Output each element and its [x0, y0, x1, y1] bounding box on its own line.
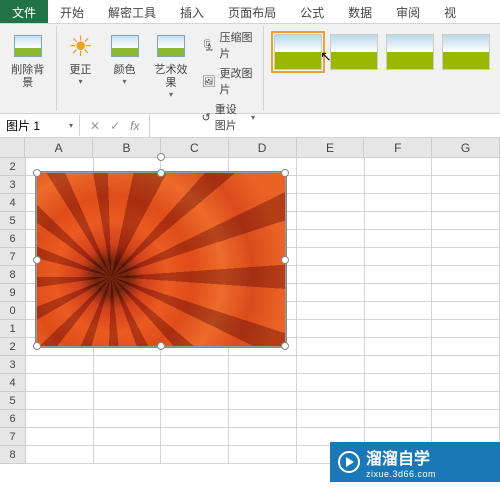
row-header[interactable]: 5 [0, 392, 26, 410]
row-header[interactable]: 7 [0, 248, 26, 266]
corrections-label: 更正 [70, 64, 92, 77]
row-header[interactable]: 9 [0, 284, 26, 302]
chevron-down-icon: ▾ [123, 77, 127, 86]
resize-handle-r[interactable] [281, 256, 289, 264]
tab-home[interactable]: 开始 [48, 0, 96, 23]
row-header[interactable]: 5 [0, 212, 26, 230]
resize-handle-t[interactable] [157, 169, 165, 177]
resize-handle-b[interactable] [157, 342, 165, 350]
col-header[interactable]: B [93, 138, 161, 158]
watermark-title: 溜溜自学 [366, 445, 436, 469]
worksheet: A B C D E F G 2 3 4 5 6 7 8 9 0 1 2 3 4 … [0, 138, 500, 464]
col-header[interactable]: A [25, 138, 93, 158]
remove-bg-label: 削除背景 [8, 64, 48, 90]
watermark: 溜溜自学 zixue.3d66.com [330, 442, 500, 482]
resize-handle-bl[interactable] [33, 342, 41, 350]
select-all-corner[interactable] [0, 138, 25, 158]
tab-layout[interactable]: 页面布局 [216, 0, 288, 23]
resize-handle-l[interactable] [33, 256, 41, 264]
col-header[interactable]: E [297, 138, 365, 158]
change-label: 更改图片 [219, 65, 255, 97]
color-icon [109, 30, 141, 62]
sun-icon: ☀ [65, 30, 97, 62]
resize-handle-tl[interactable] [33, 169, 41, 177]
selected-picture[interactable] [36, 172, 286, 347]
compress-button[interactable]: 🗜 压缩图片 [197, 28, 259, 62]
row-header[interactable]: 8 [0, 446, 26, 464]
compress-icon: 🗜 [201, 39, 215, 52]
row-header[interactable]: 8 [0, 266, 26, 284]
group-adjust: ☀ 更正 ▾ 颜色 ▾ 艺术效果 ▾ 🗜压缩图片 🖼更改图片 ↺重设图片 ▾ 调… [57, 26, 264, 111]
row-header[interactable]: 1 [0, 320, 26, 338]
row-header[interactable]: 4 [0, 194, 26, 212]
ribbon-tabs: 文件 开始 解密工具 插入 页面布局 公式 数据 审阅 视 [0, 0, 500, 24]
formula-bar[interactable] [149, 114, 500, 137]
style-thumb-3[interactable] [386, 34, 434, 70]
change-picture-button[interactable]: 🖼 更改图片 [197, 64, 259, 98]
fx-icon[interactable]: fx [130, 119, 139, 133]
name-box[interactable]: 图片 1 ▾ [0, 115, 80, 136]
ribbon: 削除背景 ☀ 更正 ▾ 颜色 ▾ 艺术效果 ▾ 🗜 压缩图片 🖼 更改图片 [0, 24, 500, 114]
play-icon [338, 451, 360, 473]
name-box-value: 图片 1 [6, 117, 40, 134]
tab-file[interactable]: 文件 [0, 0, 48, 23]
group-styles [264, 26, 500, 111]
resize-handle-tr[interactable] [281, 169, 289, 177]
resize-handle-br[interactable] [281, 342, 289, 350]
chevron-down-icon: ▾ [169, 90, 173, 99]
row-header[interactable]: 3 [0, 176, 26, 194]
style-thumb-4[interactable] [442, 34, 490, 70]
col-header[interactable]: C [161, 138, 229, 158]
tab-data[interactable]: 数据 [336, 0, 384, 23]
rotate-handle[interactable] [157, 153, 165, 161]
picture-styles-gallery [268, 28, 496, 76]
row-header[interactable]: 2 [0, 338, 26, 356]
watermark-url: zixue.3d66.com [366, 469, 436, 479]
cell-area[interactable] [26, 158, 500, 464]
row-header[interactable]: 0 [0, 302, 26, 320]
remove-background-button[interactable]: 削除背景 [4, 28, 52, 92]
style-thumb-1[interactable] [274, 34, 322, 70]
artistic-icon [155, 30, 187, 62]
tab-view[interactable]: 视 [432, 0, 468, 23]
color-label: 颜色 [114, 64, 136, 77]
chevron-down-icon: ▾ [69, 121, 73, 130]
row-header[interactable]: 7 [0, 428, 26, 446]
column-headers: A B C D E F G [0, 138, 500, 158]
col-header[interactable]: D [229, 138, 297, 158]
row-header[interactable]: 6 [0, 230, 26, 248]
row-header[interactable]: 4 [0, 374, 26, 392]
tab-review[interactable]: 审阅 [384, 0, 432, 23]
row-headers: 2 3 4 5 6 7 8 9 0 1 2 3 4 5 6 7 8 [0, 158, 26, 464]
row-header[interactable]: 3 [0, 356, 26, 374]
row-header[interactable]: 2 [0, 158, 26, 176]
compress-label: 压缩图片 [219, 29, 255, 61]
col-header[interactable]: G [432, 138, 500, 158]
tab-formula[interactable]: 公式 [288, 0, 336, 23]
remove-bg-icon [12, 30, 44, 62]
formula-bar-row: 图片 1 ▾ ✕ ✓ fx [0, 114, 500, 138]
row-header[interactable]: 6 [0, 410, 26, 428]
style-thumb-2[interactable] [330, 34, 378, 70]
chevron-down-icon: ▾ [79, 77, 83, 86]
col-header[interactable]: F [364, 138, 432, 158]
formula-controls: ✕ ✓ fx [80, 119, 149, 133]
tab-insert[interactable]: 插入 [168, 0, 216, 23]
group-remove-bg: 削除背景 [0, 26, 57, 111]
cancel-icon[interactable]: ✕ [90, 119, 100, 133]
confirm-icon[interactable]: ✓ [110, 119, 120, 133]
tab-decrypt[interactable]: 解密工具 [96, 0, 168, 23]
change-icon: 🖼 [201, 75, 215, 88]
artistic-label: 艺术效果 [153, 64, 190, 90]
